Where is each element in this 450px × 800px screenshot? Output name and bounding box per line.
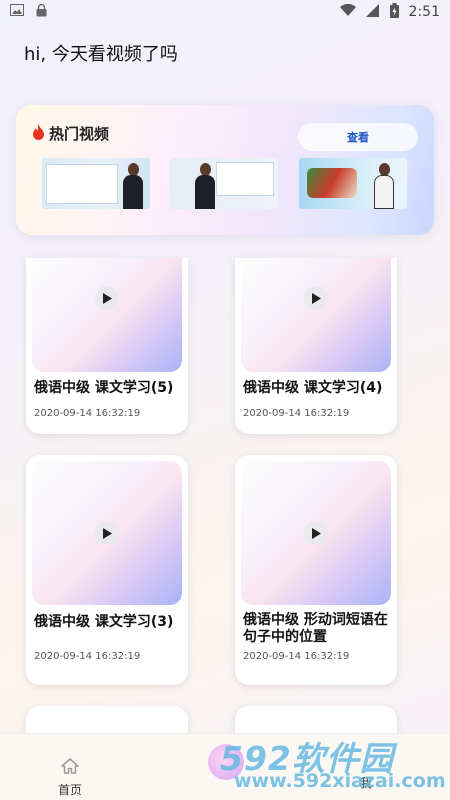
fire-icon [32, 123, 45, 144]
hot-videos-title: 热门视频 [49, 125, 110, 143]
nav-home-label: 首页 [57, 783, 82, 797]
image-icon [10, 4, 24, 20]
hot-videos-card: 热门视频 查看 [16, 105, 434, 235]
video-title: 俄语中级 形动词短语在句子中的位置 [243, 612, 388, 645]
video-cover [32, 258, 182, 372]
play-icon[interactable] [304, 521, 328, 545]
video-date: 2020-09-14 16:32:19 [243, 408, 350, 419]
play-icon[interactable] [95, 286, 119, 310]
video-card[interactable]: 俄语中级 课文学习(3) 2020-09-14 16:32:19 [26, 455, 188, 685]
lock-icon [36, 3, 47, 21]
hot-videos-header: 热门视频 [32, 123, 109, 144]
video-date: 2020-09-14 16:32:19 [243, 651, 350, 662]
video-card[interactable]: 俄语中级 形动词短语在句子中的位置 2020-09-14 16:32:19 [235, 455, 397, 685]
video-cover [241, 258, 391, 372]
battery-icon [389, 2, 399, 22]
play-icon[interactable] [95, 521, 119, 545]
video-title: 俄语中级 课文学习(4) [243, 380, 383, 396]
status-time: 2:51 [408, 4, 440, 20]
status-bar: 2:51 [0, 0, 450, 24]
video-card[interactable]: 俄语中级 课文学习(5) 2020-09-14 16:32:19 [26, 258, 188, 434]
home-icon [61, 758, 79, 778]
watermark-url: www.592xiazai.com [234, 770, 446, 792]
wifi-icon [339, 3, 356, 21]
video-date: 2020-09-14 16:32:19 [34, 651, 141, 662]
watermark: 592软件园 www.592xiazai.com [220, 730, 450, 800]
hot-video-thumbnail-3[interactable] [299, 158, 407, 209]
video-date: 2020-09-14 16:32:19 [34, 408, 141, 419]
video-title: 俄语中级 课文学习(3) [34, 614, 174, 630]
view-all-button[interactable]: 查看 [298, 123, 418, 151]
video-card[interactable]: 俄语中级 课文学习(4) 2020-09-14 16:32:19 [235, 258, 397, 434]
nav-home[interactable]: 首页 [40, 758, 100, 798]
signal-icon [365, 3, 380, 21]
play-icon[interactable] [304, 286, 328, 310]
hot-video-thumbnail-2[interactable] [170, 158, 278, 209]
video-title: 俄语中级 课文学习(5) [34, 380, 174, 396]
hot-video-thumbnail-1[interactable] [42, 158, 150, 209]
greeting-text: hi, 今天看视频了吗 [24, 44, 178, 65]
